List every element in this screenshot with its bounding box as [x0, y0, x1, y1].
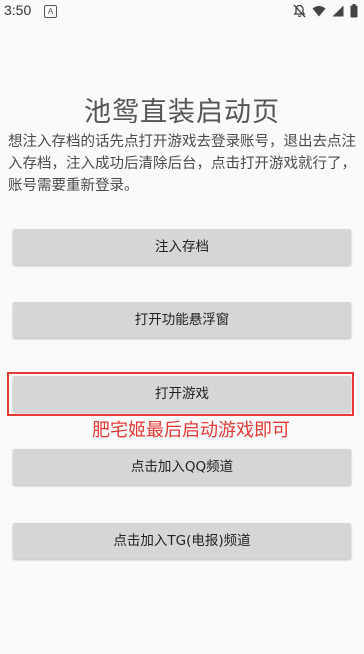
status-bar: 3:50 A	[0, 0, 364, 24]
wifi-icon	[312, 6, 326, 17]
page-title: 池鸳直装启动页	[84, 97, 280, 128]
intro-text: 想注入存档的话先点打开游戏去登录账号，退出去点注入存档，注入成功后清除后台，点击…	[8, 134, 356, 194]
join-qq-channel-button[interactable]: 点击加入QQ频道	[13, 449, 351, 485]
signal-icon	[332, 5, 344, 17]
inject-save-button[interactable]: 注入存档	[13, 229, 351, 265]
app-notification-icon: A	[44, 5, 57, 18]
battery-icon	[350, 4, 358, 18]
status-time: 3:50	[4, 2, 32, 18]
notifications-off-icon	[293, 4, 306, 18]
highlight-box	[7, 372, 354, 416]
join-tg-channel-button[interactable]: 点击加入TG(电报)频道	[13, 523, 351, 559]
annotation-text: 肥宅姬最后启动游戏即可	[92, 420, 290, 441]
status-icons	[293, 4, 358, 18]
open-float-window-button[interactable]: 打开功能悬浮窗	[13, 302, 351, 338]
